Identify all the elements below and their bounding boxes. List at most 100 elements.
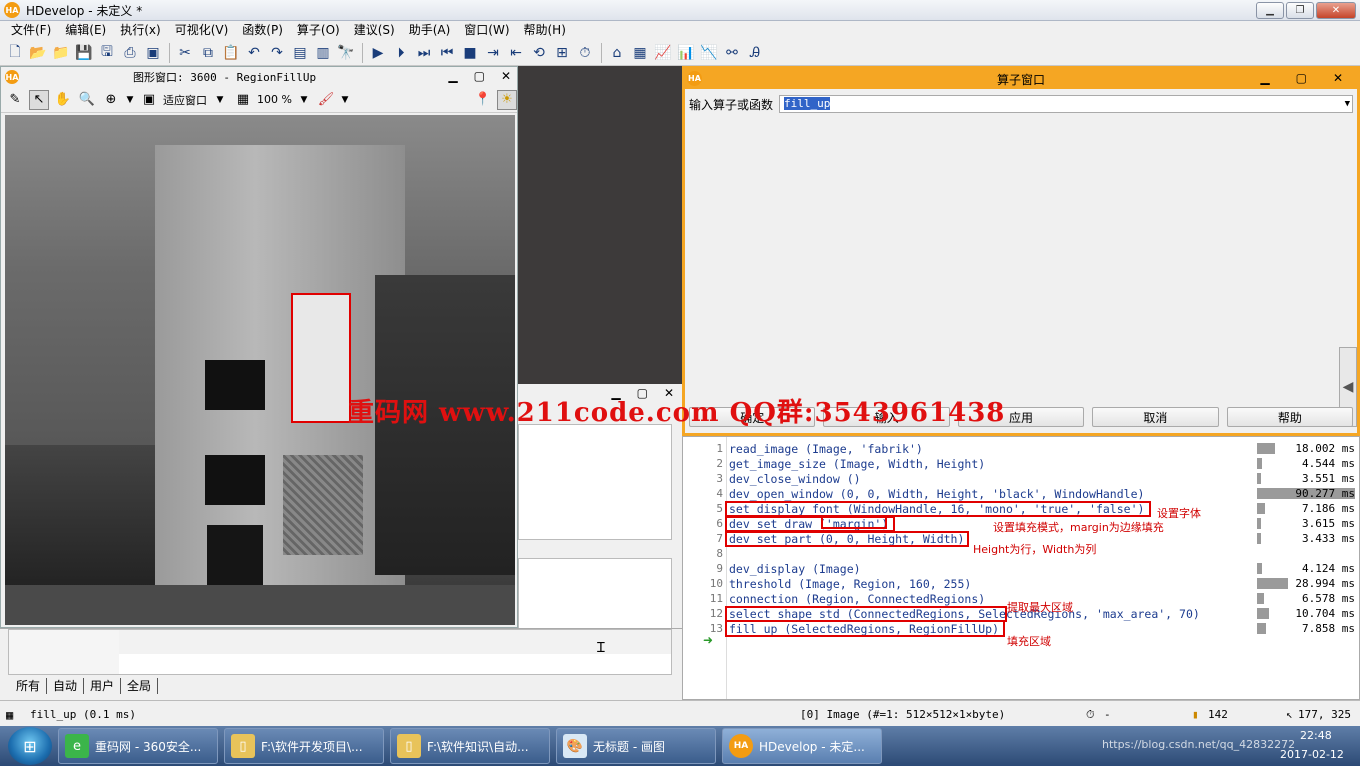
code-line[interactable]: read_image (Image, 'fabrik') — [729, 442, 923, 456]
code-line[interactable]: threshold (Image, Region, 160, 255) — [729, 577, 971, 591]
menu-file[interactable]: 文件(F) — [4, 21, 58, 40]
menu-visualize[interactable]: 可视化(V) — [168, 21, 236, 40]
print-icon[interactable]: ⎙ — [119, 42, 141, 64]
step-over-icon[interactable]: ⏭ — [413, 42, 435, 64]
menu-procedures[interactable]: 函数(P) — [235, 21, 290, 40]
edit-icon[interactable]: ✎ — [5, 90, 25, 110]
menu-execute[interactable]: 执行(x) — [113, 21, 167, 40]
assistant-icon[interactable]: ⌂ — [606, 42, 628, 64]
tab-global[interactable]: 全局 — [121, 678, 159, 694]
profiler-icon[interactable]: ⏱ — [574, 42, 596, 64]
new-file-icon[interactable]: 🗋 — [4, 42, 26, 64]
program-window: 1 2 3 4 5 6 7 8 9 10 11 12 13 ➜ read_ima… — [682, 436, 1360, 700]
fit-window-icon[interactable]: ▣ — [139, 90, 159, 110]
dropdown-arrow-icon[interactable]: ▼ — [340, 90, 350, 110]
zoom-level-icon[interactable]: ▦ — [233, 90, 253, 110]
dropdown-arrow-icon[interactable]: ▼ — [296, 90, 312, 110]
minimize-button[interactable]: ▁ — [1256, 2, 1284, 19]
find-icon[interactable]: 🔭 — [335, 42, 357, 64]
cabinet-window-top — [205, 360, 265, 410]
copy-icon[interactable]: ⧉ — [197, 42, 219, 64]
redo-icon[interactable]: ↷ — [266, 42, 288, 64]
export-icon[interactable]: ▣ — [142, 42, 164, 64]
help-button[interactable]: 帮助 — [1226, 407, 1354, 427]
timing-value: 28.994 ms — [1295, 577, 1355, 590]
save-all-icon[interactable]: 🖫 — [96, 42, 118, 64]
operator-search-input[interactable]: fill_up ▼ — [779, 95, 1353, 113]
cancel-button[interactable]: 取消 — [1092, 407, 1219, 427]
taskbar-item-browser[interactable]: e 重码网 - 360安全... — [58, 728, 218, 764]
close-button[interactable]: ✕ — [1316, 2, 1356, 19]
menu-assistants[interactable]: 助手(A) — [402, 21, 458, 40]
menu-suggestions[interactable]: 建议(S) — [347, 21, 402, 40]
code-line[interactable]: connection (Region, ConnectedRegions) — [729, 592, 985, 606]
gray-histogram-icon[interactable]: 📈 — [652, 42, 674, 64]
reset-program-icon[interactable]: ⟲ — [528, 42, 550, 64]
undo-icon[interactable]: ↶ — [243, 42, 265, 64]
operator-window-title: 算子窗口 — [996, 72, 1045, 87]
system-tray: https://blog.csdn.net/qq_42832272 22:48 … — [1094, 726, 1354, 766]
code-line[interactable]: get_image_size (Image, Width, Height) — [729, 457, 985, 471]
stop-icon[interactable]: ■ — [459, 42, 481, 64]
settings-icon[interactable]: ☀ — [497, 89, 517, 110]
code-line[interactable]: dev_display (Image) — [729, 562, 861, 576]
taskbar-item-folder-2[interactable]: ▯ F:\软件知识\自动... — [390, 728, 550, 764]
menu-operators[interactable]: 算子(O) — [290, 21, 347, 40]
cabinet-window-middle — [205, 455, 265, 505]
feature-inspection-icon[interactable]: ⚯ — [721, 42, 743, 64]
status-bar: ▦ fill_up (0.1 ms) [0] Image (#=1: 512×5… — [0, 700, 1360, 726]
cut-icon[interactable]: ✂ — [174, 42, 196, 64]
pointer-icon[interactable]: ↖ — [29, 89, 49, 110]
zoom-in-icon[interactable]: ⊕ — [101, 90, 121, 110]
tab-all[interactable]: 所有 — [10, 678, 48, 694]
clock-date[interactable]: 2017-02-12 — [1280, 748, 1344, 761]
code-line[interactable]: dev_close_window () — [729, 472, 861, 486]
close-icon[interactable]: ✕ — [501, 69, 511, 83]
minimize-icon[interactable]: ▁ — [1260, 71, 1269, 85]
maximize-button[interactable]: ❐ — [1286, 2, 1314, 19]
zoom-icon[interactable]: 🔍 — [77, 90, 97, 110]
pin-icon[interactable]: 📍 — [473, 90, 493, 110]
save-icon[interactable]: 💾 — [73, 42, 95, 64]
ocr-icon[interactable]: Ꭿ — [744, 42, 766, 64]
chevron-down-icon[interactable]: ▼ — [1345, 96, 1350, 112]
feature-histogram-icon[interactable]: 📉 — [698, 42, 720, 64]
start-button[interactable]: ⊞ — [8, 727, 52, 765]
step-back-icon[interactable]: ⏮ — [436, 42, 458, 64]
dropdown-arrow-icon[interactable]: ▼ — [211, 90, 229, 110]
open-file-icon[interactable]: 📂 — [27, 42, 49, 64]
clock-time[interactable]: 22:48 — [1300, 729, 1332, 742]
run-to-insert-icon[interactable]: ⏵ — [390, 42, 412, 64]
minimize-icon[interactable]: ▁ — [448, 69, 457, 83]
paint-icon[interactable]: 🖌 — [316, 90, 336, 110]
line-profile-icon[interactable]: 📊 — [675, 42, 697, 64]
open-example-icon[interactable]: 📁 — [50, 42, 72, 64]
hand-icon[interactable]: ✋ — [53, 90, 73, 110]
taskbar-item-folder-1[interactable]: ▯ F:\软件开发项目\... — [224, 728, 384, 764]
run-icon[interactable]: ▶ — [367, 42, 389, 64]
fit-window-label[interactable]: 适应窗口 — [163, 92, 207, 108]
tab-user[interactable]: 用户 — [84, 678, 122, 694]
displayed-image[interactable] — [5, 115, 515, 625]
folder-icon: ▯ — [397, 734, 421, 758]
zoom-level-value[interactable]: 100 % — [257, 93, 292, 106]
menu-help[interactable]: 帮助(H) — [517, 21, 573, 40]
menu-window[interactable]: 窗口(W) — [457, 21, 516, 40]
annotation-part: Height为行，Width为列 — [973, 543, 1097, 556]
menu-edit[interactable]: 编辑(E) — [58, 21, 113, 40]
comment-icon[interactable]: ▤ — [289, 42, 311, 64]
tab-auto[interactable]: 自动 — [47, 678, 85, 694]
taskbar-item-paint[interactable]: 🎨 无标题 - 画图 — [556, 728, 716, 764]
maximize-icon[interactable]: ▢ — [474, 69, 485, 83]
maximize-icon[interactable]: ▢ — [1296, 71, 1307, 85]
step-into-icon[interactable]: ⇥ — [482, 42, 504, 64]
uncomment-icon[interactable]: ▥ — [312, 42, 334, 64]
instruction-icon[interactable]: ⊞ — [551, 42, 573, 64]
dropdown-arrow-icon[interactable]: ▼ — [125, 90, 135, 110]
image-info-icon[interactable]: ▦ — [629, 42, 651, 64]
close-icon[interactable]: ✕ — [1333, 71, 1343, 85]
paste-icon[interactable]: 📋 — [220, 42, 242, 64]
code-line[interactable]: dev_open_window (0, 0, Width, Height, 'b… — [729, 487, 1144, 501]
step-out-icon[interactable]: ⇤ — [505, 42, 527, 64]
taskbar-item-hdevelop[interactable]: HA HDevelop - 未定... — [722, 728, 882, 764]
